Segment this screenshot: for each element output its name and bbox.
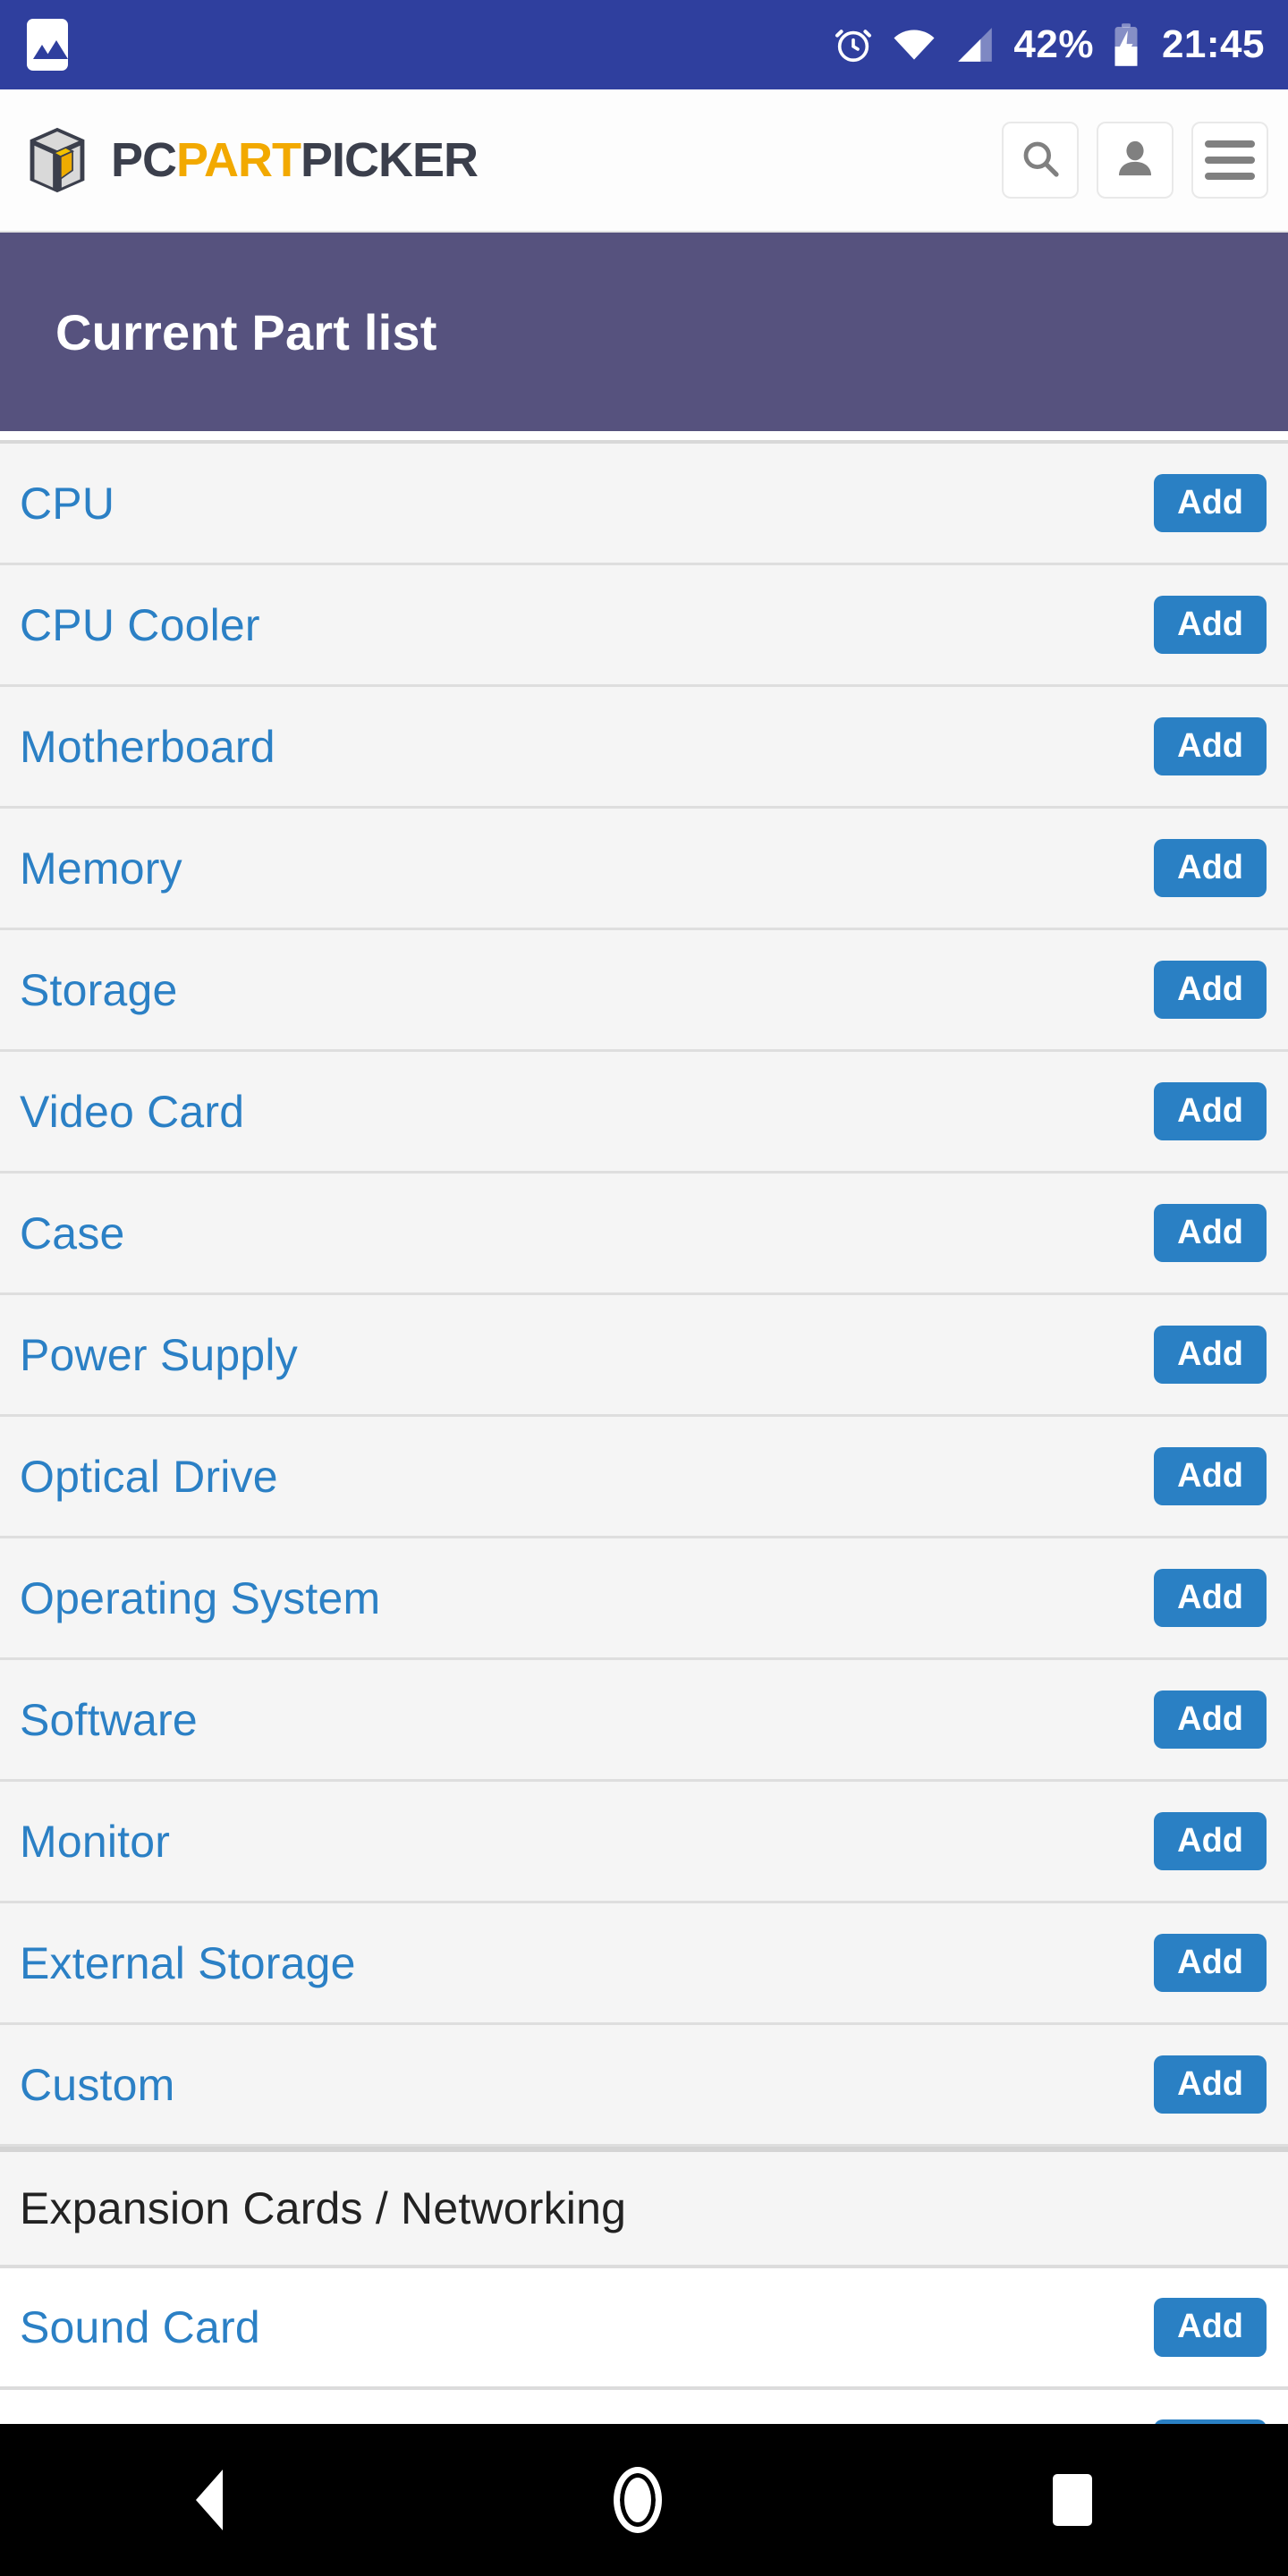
search-button[interactable] [1002,122,1079,199]
section-header: Expansion Cards / Networking [0,2147,1288,2268]
table-row[interactable]: Video Card Add [0,1052,1288,1174]
page-title-bar: Current Part list [0,233,1288,431]
table-row[interactable]: Storage Add [0,930,1288,1052]
account-button[interactable] [1097,122,1174,199]
part-category-link[interactable]: Case [20,1208,125,1259]
back-icon[interactable] [195,2470,223,2530]
pcpartpicker-box-icon [23,124,91,196]
part-category-link[interactable]: External Storage [20,1937,356,1989]
part-category-link[interactable]: Video Card [20,1086,244,1138]
part-category-link[interactable]: Power Supply [20,1329,298,1381]
part-category-link[interactable]: Memory [20,843,182,894]
recents-icon[interactable] [1053,2474,1093,2526]
app-header: PCPARTPICKER [0,89,1288,233]
part-category-link[interactable]: Motherboard [20,721,275,773]
part-category-link[interactable]: Storage [20,964,178,1016]
brand-pc: PC [111,133,177,187]
add-button[interactable]: Add [1154,595,1267,655]
add-button[interactable]: Add [1154,960,1267,1020]
part-category-link[interactable]: Optical Drive [20,1451,278,1503]
signal-icon [954,24,996,65]
screen: 42% 21:45 PCPARTPICKER Current Part list… [0,0,1288,2576]
add-button[interactable]: Add [1154,1325,1267,1385]
user-icon [1114,138,1156,183]
table-row[interactable]: Motherboard Add [0,687,1288,809]
table-row[interactable]: External Storage Add [0,1903,1288,2025]
add-button[interactable]: Add [1154,1081,1267,1141]
status-bar-right: 42% 21:45 [833,22,1265,67]
header-actions [1002,122,1268,199]
brand-picker: PICKER [301,133,479,187]
brand-part: PART [176,133,301,187]
status-bar-left [27,19,68,71]
table-row[interactable]: Sound Card Add [0,2268,1288,2390]
table-row[interactable]: CPU Add [0,444,1288,565]
part-list: CPU Add CPU Cooler Add Motherboard Add M… [0,440,1288,2512]
add-button[interactable]: Add [1154,1203,1267,1263]
table-row[interactable]: Optical Drive Add [0,1417,1288,1538]
page-title: PCPARTPICKER [111,132,479,188]
part-category-link[interactable]: Software [20,1694,198,1746]
status-clock: 21:45 [1161,22,1265,66]
list-top-gap [0,431,1288,440]
android-nav-bar [0,2424,1288,2576]
table-row[interactable]: Power Supply Add [0,1295,1288,1417]
photo-icon [27,19,68,71]
part-category-link[interactable]: Monitor [20,1816,170,1868]
home-icon[interactable] [613,2467,662,2533]
search-icon [1019,137,1062,184]
table-row[interactable]: Memory Add [0,809,1288,930]
add-button[interactable]: Add [1154,1446,1267,1506]
hamburger-icon [1205,140,1255,180]
part-category-link[interactable]: CPU [20,478,114,530]
table-row[interactable]: Software Add [0,1660,1288,1782]
alarm-icon [833,24,874,65]
add-button[interactable]: Add [1154,1690,1267,1750]
wifi-icon [892,24,936,65]
table-row[interactable]: Case Add [0,1174,1288,1295]
page-heading: Current Part list [55,303,437,360]
add-button[interactable]: Add [1154,838,1267,898]
add-button[interactable]: Add [1154,716,1267,776]
menu-button[interactable] [1191,122,1268,199]
part-category-link[interactable]: CPU Cooler [20,599,260,651]
table-row[interactable]: Monitor Add [0,1782,1288,1903]
part-category-link[interactable]: Operating System [20,1572,380,1624]
add-button[interactable]: Add [1154,1568,1267,1628]
add-button[interactable]: Add [1154,473,1267,533]
add-button[interactable]: Add [1154,1933,1267,1993]
part-category-link[interactable]: Sound Card [20,2301,260,2353]
add-button[interactable]: Add [1154,1811,1267,1871]
brand-logo[interactable]: PCPARTPICKER [23,124,479,196]
part-category-link[interactable]: Custom [20,2059,174,2111]
status-bar: 42% 21:45 [0,0,1288,89]
add-button[interactable]: Add [1154,2298,1267,2357]
battery-charging-icon [1112,22,1140,67]
battery-percent: 42% [1013,22,1094,66]
table-row[interactable]: Operating System Add [0,1538,1288,1660]
table-row[interactable]: Custom Add [0,2025,1288,2147]
table-row[interactable]: CPU Cooler Add [0,565,1288,687]
add-button[interactable]: Add [1154,2055,1267,2114]
section-header-label: Expansion Cards / Networking [20,2183,627,2233]
